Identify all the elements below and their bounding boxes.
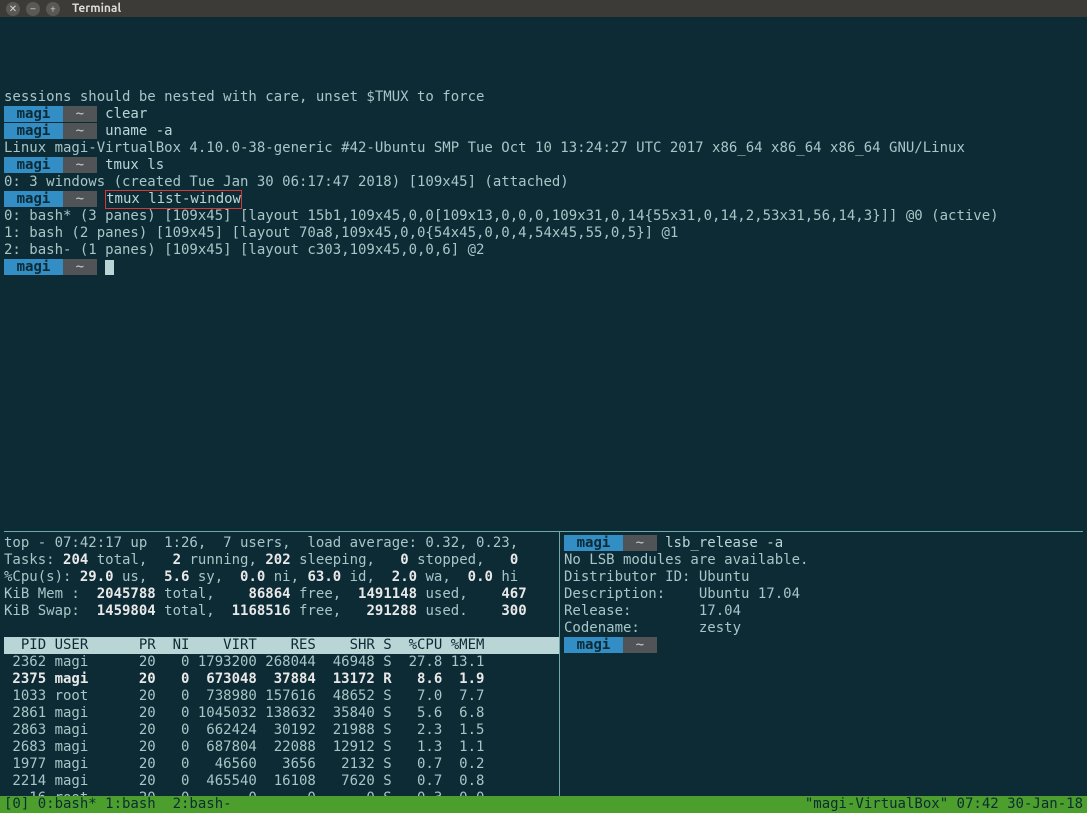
top-swap: KiB Swap: 1459804 total, 1168516 free, 2… (4, 603, 559, 620)
prompt-user: magi (4, 191, 63, 207)
top-header: top - 07:42:17 up 1:26, 7 users, load av… (4, 535, 559, 552)
terminal-line: 2: bash- (1 panes) [109x45] [layout c303… (4, 242, 1083, 259)
window-title: Terminal (72, 0, 121, 17)
prompt-user: magi (564, 637, 623, 653)
prompt-path: ~ (63, 191, 97, 207)
prompt-user: magi (4, 259, 63, 275)
terminal-line: magi ~ lsb_release -a (564, 535, 1083, 552)
prompt-user: magi (4, 106, 63, 122)
maximize-icon[interactable]: + (46, 2, 60, 16)
tmux-pane-bottom-right[interactable]: magi ~ lsb_release -aNo LSB modules are … (559, 531, 1083, 796)
prompt-path: ~ (63, 259, 97, 275)
terminal-line: Release: 17.04 (564, 603, 1083, 620)
top-mem: KiB Mem : 2045788 total, 86864 free, 149… (4, 586, 559, 603)
terminal-line: sessions should be nested with care, uns… (4, 89, 1083, 106)
top-cpu: %Cpu(s): 29.0 us, 5.6 sy, 0.0 ni, 63.0 i… (4, 569, 559, 586)
minimize-icon[interactable]: – (26, 2, 40, 16)
highlighted-command: tmux list-window (105, 190, 242, 209)
terminal-line: magi ~ clear (4, 106, 1083, 123)
process-row: 1033 root 20 0 738980 157616 48652 S 7.0… (4, 688, 559, 705)
command-text: lsb_release -a (665, 535, 783, 551)
terminal-line: magi ~ tmux ls (4, 157, 1083, 174)
terminal-line: 1: bash (2 panes) [109x45] [layout 70a8,… (4, 225, 1083, 242)
terminal-line: magi ~ tmux list-window (4, 191, 1083, 208)
terminal-line: 0: bash* (3 panes) [109x45] [layout 15b1… (4, 208, 1083, 225)
terminal-line: magi ~ uname -a (4, 123, 1083, 140)
command-text: tmux ls (105, 157, 164, 173)
terminal-line: magi ~ (564, 637, 1083, 654)
terminal-line: No LSB modules are available. (564, 552, 1083, 569)
process-row: 2863 magi 20 0 662424 30192 21988 S 2.3 … (4, 722, 559, 739)
prompt-path: ~ (623, 637, 657, 653)
prompt-path: ~ (623, 535, 657, 551)
process-row: 2362 magi 20 0 1793200 268044 46948 S 27… (4, 654, 559, 671)
terminal-line: Description: Ubuntu 17.04 (564, 586, 1083, 603)
terminal-body[interactable]: sessions should be nested with care, uns… (0, 17, 1087, 796)
status-right: "magi-VirtualBox" 07:42 30-Jan-18 (805, 796, 1083, 813)
terminal-line: Codename: zesty (564, 620, 1083, 637)
close-icon[interactable]: ✕ (6, 2, 20, 16)
tmux-pane-bottom-left[interactable]: top - 07:42:17 up 1:26, 7 users, load av… (4, 531, 559, 796)
prompt-path: ~ (63, 157, 97, 173)
process-row: 2861 magi 20 0 1045032 138632 35840 S 5.… (4, 705, 559, 722)
terminal-line: magi ~ (4, 259, 1083, 276)
terminal-line: 0: 3 windows (created Tue Jan 30 06:17:4… (4, 174, 1083, 191)
prompt-user: magi (4, 123, 63, 139)
tmux-status-bar: [0] 0:bash* 1:bash 2:bash- "magi-Virtual… (0, 796, 1087, 813)
status-left: [0] 0:bash* 1:bash 2:bash- (4, 796, 232, 813)
tmux-pane-top[interactable]: sessions should be nested with care, uns… (4, 89, 1083, 276)
terminal-window: ✕ – + Terminal sessions should be nested… (0, 0, 1087, 813)
terminal-line: Linux magi-VirtualBox 4.10.0-38-generic … (4, 140, 1083, 157)
prompt-user: magi (4, 157, 63, 173)
command-text: clear (105, 106, 147, 122)
prompt-user: magi (564, 535, 623, 551)
terminal-line: Distributor ID: Ubuntu (564, 569, 1083, 586)
process-row: 2375 magi 20 0 673048 37884 13172 R 8.6 … (4, 671, 559, 688)
process-row: 1977 magi 20 0 46560 3656 2132 S 0.7 0.2 (4, 756, 559, 773)
process-row: 16 root 20 0 0 0 0 S 0.3 0.0 (4, 790, 559, 796)
titlebar: ✕ – + Terminal (0, 0, 1087, 17)
process-row: 2683 magi 20 0 687804 22088 12912 S 1.3 … (4, 739, 559, 756)
process-row: 2214 magi 20 0 465540 16108 7620 S 0.7 0… (4, 773, 559, 790)
prompt-path: ~ (63, 123, 97, 139)
command-text: uname -a (105, 123, 172, 139)
top-tasks: Tasks: 204 total, 2 running, 202 sleepin… (4, 552, 559, 569)
prompt-path: ~ (63, 106, 97, 122)
top-columns-header: PID USER PR NI VIRT RES SHR S %CPU %MEM (4, 637, 559, 654)
cursor (105, 260, 113, 275)
